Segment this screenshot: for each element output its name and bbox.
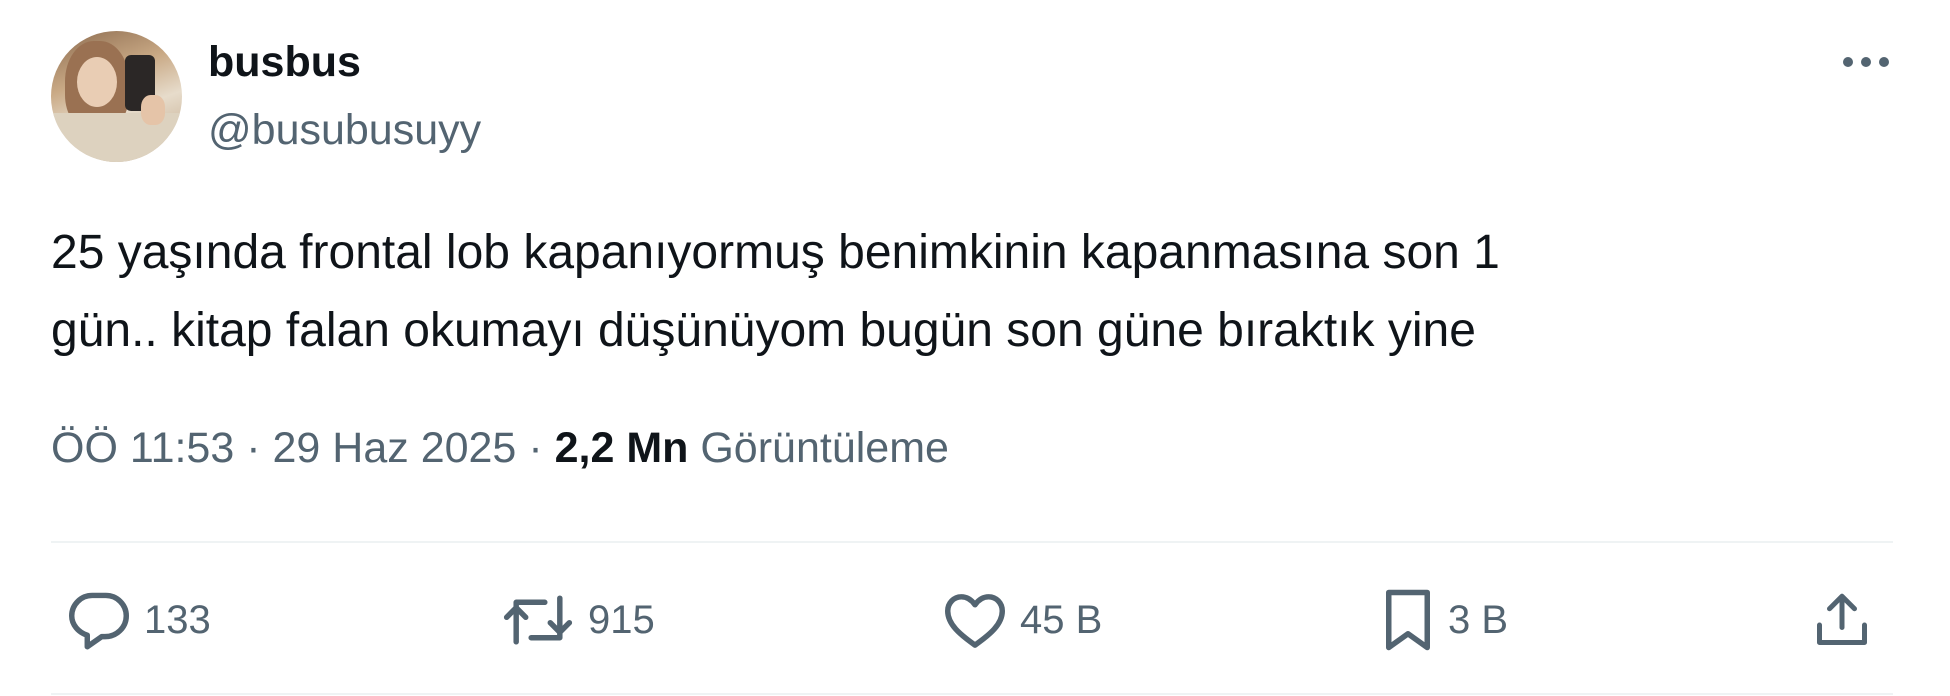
avatar-face-shape bbox=[77, 57, 117, 107]
meta-separator: · bbox=[528, 424, 543, 472]
meta-separator: · bbox=[246, 424, 261, 472]
share-button[interactable] bbox=[1812, 585, 1872, 655]
tweet-text-line: 25 yaşında frontal lob kapanıyormuş beni… bbox=[51, 226, 1500, 279]
views-count[interactable]: 2,2 Mn bbox=[555, 424, 689, 472]
reply-count: 133 bbox=[144, 597, 211, 642]
divider bbox=[51, 693, 1893, 695]
retweet-icon bbox=[503, 595, 573, 645]
avatar[interactable] bbox=[51, 31, 182, 162]
tweet-text: 25 yaşında frontal lob kapanıyormuş beni… bbox=[51, 214, 1851, 370]
views-label: Görüntüleme bbox=[700, 424, 949, 472]
avatar-hand-shape bbox=[141, 95, 165, 125]
retweet-button[interactable]: 915 bbox=[500, 585, 655, 655]
divider bbox=[51, 541, 1893, 543]
author-handle[interactable]: @busubusuyy bbox=[208, 106, 481, 155]
reply-icon bbox=[68, 592, 129, 650]
tweet-card: busbus @busubusuyy 25 yaşında frontal lo… bbox=[0, 0, 1950, 696]
like-count: 45 B bbox=[1020, 597, 1103, 642]
tweet-text-line: gün.. kitap falan okumayı düşünüyom bugü… bbox=[51, 304, 1476, 357]
bookmark-count: 3 B bbox=[1448, 597, 1509, 642]
reply-button[interactable]: 133 bbox=[66, 585, 211, 655]
bookmark-button[interactable]: 3 B bbox=[1380, 585, 1508, 655]
heart-icon bbox=[945, 594, 1005, 648]
retweet-count: 915 bbox=[588, 597, 655, 642]
share-icon bbox=[1817, 593, 1867, 645]
author-display-name[interactable]: busbus bbox=[208, 38, 361, 87]
tweet-meta: ÖÖ 11:53 · 29 Haz 2025 · 2,2 Mn Görüntül… bbox=[51, 424, 949, 473]
tweet-date[interactable]: 29 Haz 2025 bbox=[273, 424, 517, 472]
more-horizontal-icon bbox=[1843, 57, 1889, 67]
bookmark-icon bbox=[1386, 589, 1430, 651]
like-button[interactable]: 45 B bbox=[942, 585, 1102, 655]
more-options-button[interactable] bbox=[1836, 40, 1896, 84]
tweet-time[interactable]: ÖÖ 11:53 bbox=[51, 424, 234, 472]
